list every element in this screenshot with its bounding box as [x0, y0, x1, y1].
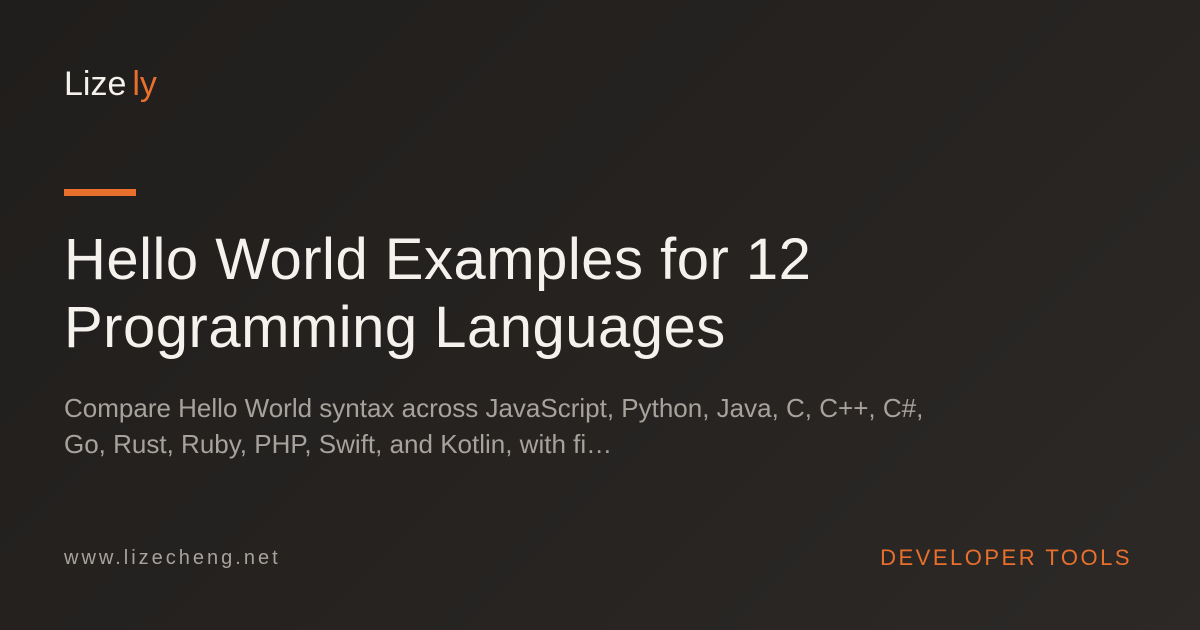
- brand-logo: Lize ly: [64, 64, 157, 104]
- logo-text-primary: Lize: [64, 65, 127, 103]
- description-line-1: Compare Hello World syntax across JavaSc…: [64, 393, 924, 423]
- site-url: www.lizecheng.net: [64, 547, 281, 569]
- description-line-2: Go, Rust, Ruby, PHP, Swift, and Kotlin, …: [64, 429, 613, 459]
- logo-text-accent: ly: [132, 65, 157, 103]
- page-title: Hello World Examples for 12 Programming …: [64, 226, 1064, 362]
- category-label: DEVELOPER TOOLS: [880, 545, 1132, 570]
- accent-divider: [64, 189, 136, 196]
- title-line-1: Hello World Examples for 12: [64, 227, 812, 292]
- social-share-card: Lize ly Hello World Examples for 12 Progr…: [0, 0, 1200, 630]
- article-description: Compare Hello World syntax across JavaSc…: [64, 390, 1044, 462]
- title-line-2: Programming Languages: [64, 295, 726, 360]
